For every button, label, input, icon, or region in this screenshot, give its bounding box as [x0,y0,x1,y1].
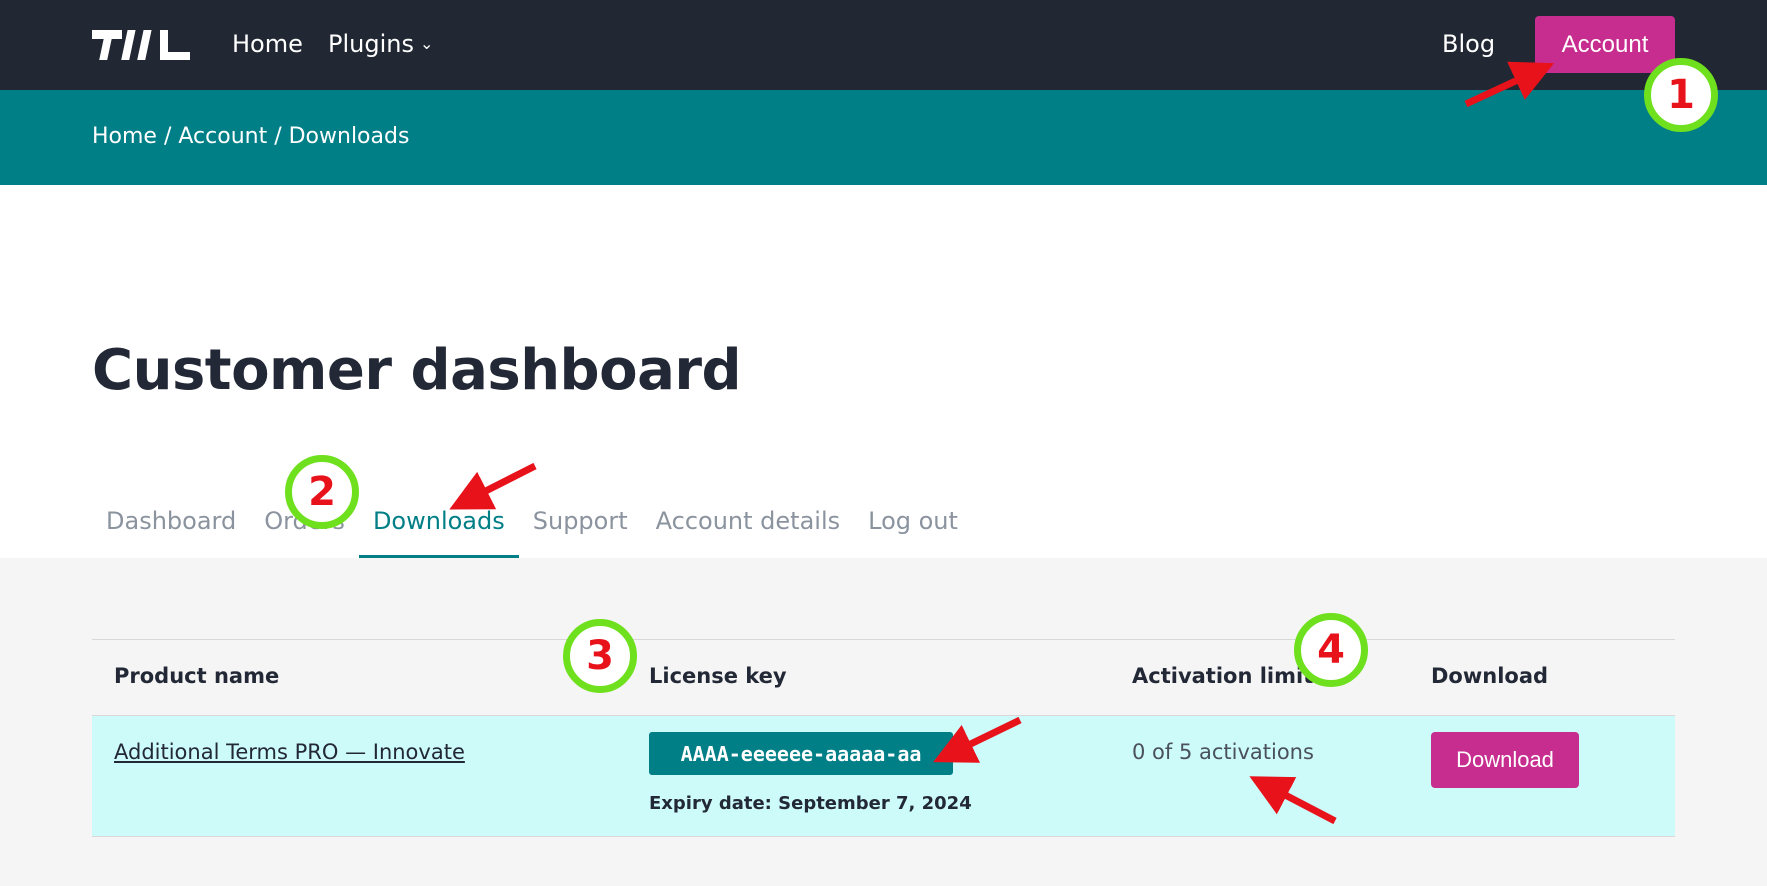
breadcrumb-separator: / [267,124,289,149]
breadcrumb-account[interactable]: Account [178,124,267,149]
activation-count: 0 of 5 activations [1132,740,1314,764]
chevron-down-icon: ⌄ [419,34,434,53]
nav-blog-link[interactable]: Blog [1442,30,1495,58]
breadcrumb-separator: / [156,124,179,149]
table-row: Additional Terms PRO — Innovate AAAA-eee… [92,715,1675,837]
nav-plugins-label: Plugins [328,30,414,58]
expiry-date: Expiry date: September 7, 2024 [649,793,972,814]
annotation-step-2: 2 [285,455,359,529]
tab-dashboard[interactable]: Dashboard [92,500,250,558]
annotation-step-1: 1 [1644,58,1718,132]
downloads-table: Product name License key Activation limi… [92,639,1675,837]
column-header-license-key: License key [649,664,787,688]
license-key-badge[interactable]: AAAA-eeeeee-aaaaa-aa [649,732,953,775]
page-title: Customer dashboard [92,338,742,403]
breadcrumb: Home / Account / Downloads [92,124,409,149]
annotation-step-3: 3 [563,619,637,693]
column-header-download: Download [1431,664,1549,688]
downloads-section: Product name License key Activation limi… [0,558,1767,886]
tab-account-details[interactable]: Account details [642,500,855,558]
column-header-activation-limit: Activation limit [1132,664,1314,688]
product-link[interactable]: Additional Terms PRO — Innovate [114,740,465,764]
nav-home-link[interactable]: Home [232,30,303,58]
brand-logo[interactable] [92,28,192,62]
column-header-product-name: Product name [114,664,280,688]
breadcrumb-bar: Home / Account / Downloads [0,90,1767,185]
breadcrumb-current: Downloads [288,124,410,149]
account-button[interactable]: Account [1535,16,1675,73]
arrow-to-downloads-tab [449,462,537,510]
table-header: Product name License key Activation limi… [92,640,1675,715]
tab-log-out[interactable]: Log out [854,500,972,558]
download-button[interactable]: Download [1431,732,1579,788]
annotation-step-4: 4 [1294,613,1368,687]
top-navbar: Home Plugins ⌄ Blog Account [0,0,1767,90]
nav-plugins-menu[interactable]: Plugins ⌄ [328,30,433,58]
tab-support[interactable]: Support [519,500,642,558]
tab-downloads[interactable]: Downloads [358,500,519,558]
dashboard-tabs: Dashboard Orders Downloads Support Accou… [92,500,972,558]
breadcrumb-home[interactable]: Home [92,124,157,149]
